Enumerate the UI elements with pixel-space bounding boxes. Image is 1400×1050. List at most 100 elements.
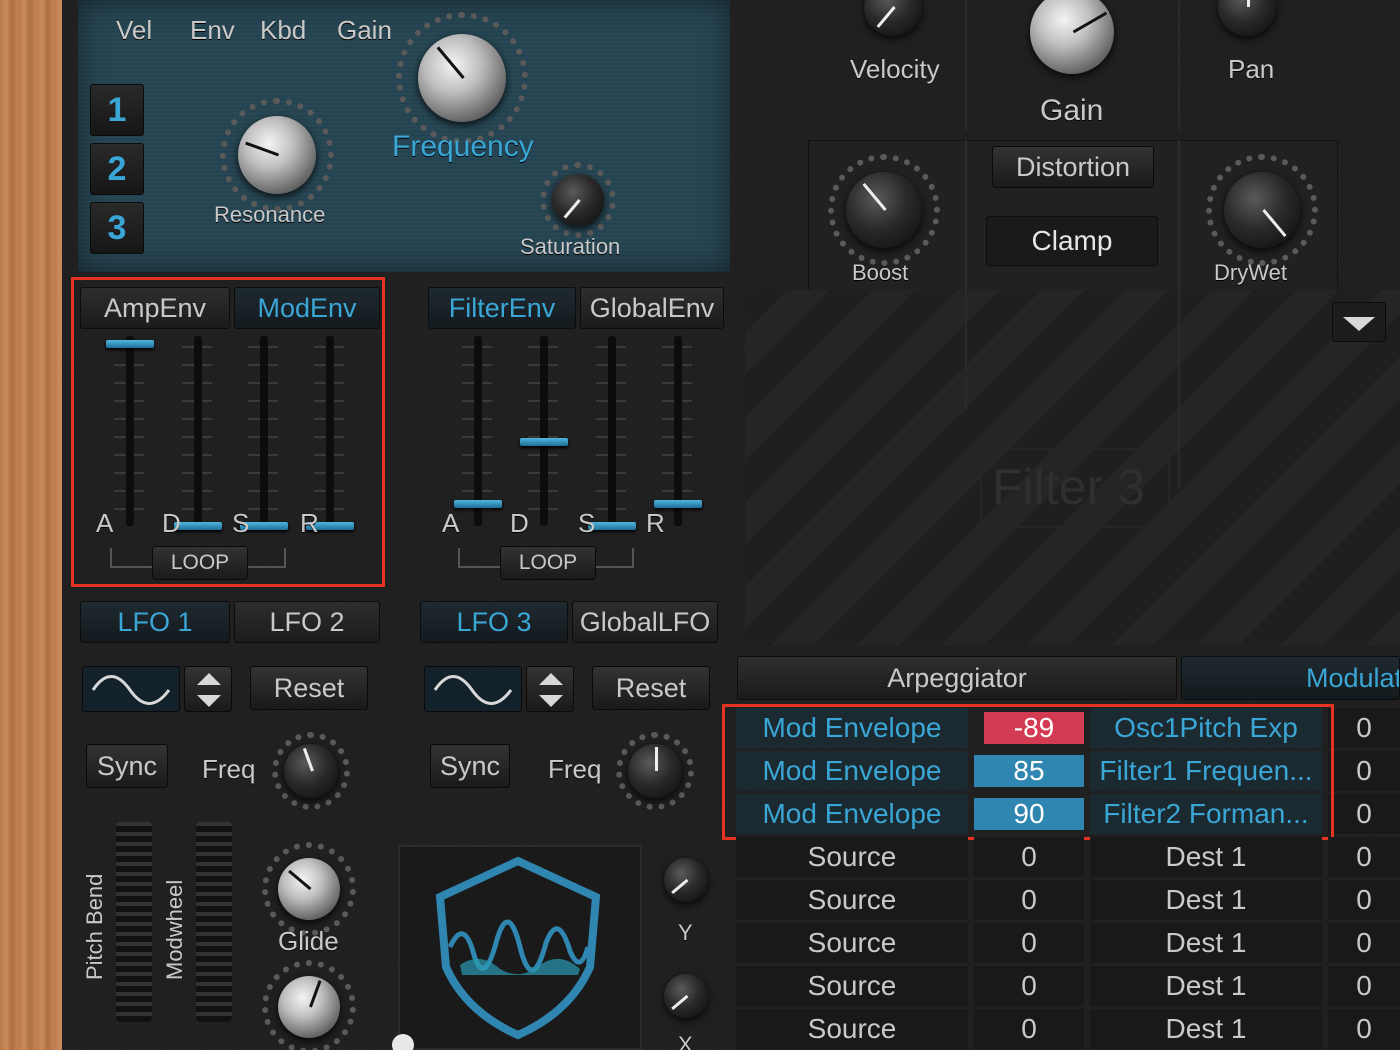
mod-row-4-amount[interactable]: 0 — [974, 837, 1084, 877]
mod-row-5-source[interactable]: Source — [736, 880, 968, 920]
mod-row-8-amount[interactable]: 0 — [974, 1009, 1084, 1049]
tab-globalenv[interactable]: GlobalEnv — [580, 287, 724, 329]
lfo-right-waveform-button[interactable] — [424, 666, 522, 712]
resonance-label: Resonance — [214, 202, 326, 227]
chevron-down-icon — [1343, 317, 1375, 331]
amp-divider-2 — [1178, 0, 1180, 130]
mod-row-3-extra[interactable]: 0 — [1328, 794, 1400, 834]
drywet-label: DryWet — [1214, 260, 1287, 285]
boost-knob[interactable] — [846, 172, 922, 248]
mod-row-7-dest[interactable]: Dest 1 — [1090, 966, 1322, 1006]
mod-row-4-extra[interactable]: 0 — [1328, 837, 1400, 877]
lfo-left-sync-button[interactable]: Sync — [86, 744, 168, 788]
amp-divider-1 — [965, 0, 967, 130]
sine-wave-icon — [433, 675, 513, 705]
up-down-arrows-icon — [197, 673, 221, 707]
gain-label: Gain — [1040, 94, 1104, 127]
lfo-left-waveform-button[interactable] — [82, 666, 180, 712]
filterenv-attack-slider[interactable] — [454, 500, 502, 508]
saturation-label: Saturation — [520, 234, 621, 259]
frequency-label: Frequency — [392, 130, 534, 163]
lfo-right-freq-knob[interactable] — [628, 744, 682, 798]
filterenv-s-label: S — [578, 508, 596, 538]
mod-row-6-dest[interactable]: Dest 1 — [1090, 923, 1322, 963]
drywet-knob[interactable] — [1224, 172, 1300, 248]
filterenv-release-track — [674, 336, 682, 526]
glide-label: Glide — [278, 926, 339, 956]
up-down-arrows-icon — [539, 673, 563, 707]
lfo-left-freq-knob[interactable] — [284, 744, 338, 798]
filterenv-release-slider[interactable] — [654, 500, 702, 508]
filterenv-r-label: R — [646, 508, 665, 538]
lfo-right-sync-button[interactable]: Sync — [430, 744, 510, 788]
frequency-knob[interactable] — [418, 34, 506, 122]
mod-row-1-extra[interactable]: 0 — [1328, 708, 1400, 748]
mod-row-8-dest[interactable]: Dest 1 — [1090, 1009, 1322, 1049]
filterenv-sustain-track — [608, 336, 616, 526]
mod-row-5-amount[interactable]: 0 — [974, 880, 1084, 920]
distortion-title: Distortion — [992, 146, 1154, 188]
tab-arpeggiator[interactable]: Arpeggiator — [737, 656, 1177, 700]
tab-lfo2[interactable]: LFO 2 — [234, 601, 380, 643]
filter3-label: Filter 3 — [992, 459, 1145, 515]
distortion-mode-select[interactable]: Clamp — [986, 216, 1158, 266]
wood-side-panel — [0, 0, 62, 1050]
mod-row-6-extra[interactable]: 0 — [1328, 923, 1400, 963]
tab-globallfo[interactable]: GlobalLFO — [572, 601, 718, 643]
mod-row-4-dest[interactable]: Dest 1 — [1090, 837, 1322, 877]
tab-lfo3[interactable]: LFO 3 — [420, 601, 568, 643]
lfo-right-reset-button[interactable]: Reset — [592, 666, 710, 710]
shield-wave-logo-icon — [435, 856, 601, 1040]
mod-row-7-amount[interactable]: 0 — [974, 966, 1084, 1006]
panel-dropdown-button[interactable] — [1332, 302, 1386, 342]
mod-row-7-extra[interactable]: 0 — [1328, 966, 1400, 1006]
boost-label: Boost — [852, 260, 909, 285]
pitch-bend-wheel[interactable] — [116, 822, 152, 1022]
sine-wave-icon — [91, 675, 171, 705]
filterenv-decay-slider[interactable] — [520, 438, 568, 446]
lfo-right-waveform-stepper[interactable] — [526, 666, 574, 712]
modwheel[interactable] — [196, 822, 232, 1022]
filter-select-button-1[interactable]: 1 — [90, 84, 144, 136]
pan-label: Pan — [1228, 54, 1275, 84]
glide-knob[interactable] — [278, 858, 340, 920]
mod-row-2-extra[interactable]: 0 — [1328, 751, 1400, 791]
filter-mod-gain[interactable]: Gain — [337, 15, 392, 46]
tab-modulation[interactable]: Modulat — [1181, 656, 1400, 700]
mod-row-8-source[interactable]: Source — [736, 1009, 968, 1049]
distortion-divider-1 — [965, 140, 967, 292]
filter-mod-env[interactable]: Env — [190, 15, 235, 46]
xy-pad-cursor[interactable] — [392, 1034, 414, 1050]
y-knob[interactable] — [664, 858, 708, 902]
filter3-line-1 — [965, 290, 967, 410]
xy-pad[interactable] — [398, 845, 642, 1050]
mod-row-5-dest[interactable]: Dest 1 — [1090, 880, 1322, 920]
mod-row-5-extra[interactable]: 0 — [1328, 880, 1400, 920]
tab-filterenv[interactable]: FilterEnv — [428, 287, 576, 329]
filter-select-button-2[interactable]: 2 — [90, 143, 144, 195]
mod-row-7-source[interactable]: Source — [736, 966, 968, 1006]
envelope-highlight-box — [71, 277, 385, 587]
mod-row-8-extra[interactable]: 0 — [1328, 1009, 1400, 1049]
filterenv-a-label: A — [442, 508, 460, 538]
lfo-left-reset-button[interactable]: Reset — [250, 666, 368, 710]
filterenv-attack-track — [474, 336, 482, 526]
saturation-knob[interactable] — [552, 174, 604, 226]
filter-mod-vel[interactable]: Vel — [116, 15, 152, 46]
distortion-divider-2 — [1178, 140, 1180, 292]
filter-select-button-3[interactable]: 3 — [90, 202, 144, 254]
filter3-line-2 — [1178, 290, 1180, 490]
filter-mod-kbd[interactable]: Kbd — [260, 15, 306, 46]
mod-row-6-source[interactable]: Source — [736, 923, 968, 963]
lfo-right-freq-label: Freq — [548, 754, 602, 784]
filterenv-loop-button[interactable]: LOOP — [500, 546, 596, 580]
lfo-left-waveform-stepper[interactable] — [184, 666, 232, 712]
resonance-knob[interactable] — [238, 116, 316, 194]
mod-row-6-amount[interactable]: 0 — [974, 923, 1084, 963]
tab-lfo1[interactable]: LFO 1 — [80, 601, 230, 643]
x-knob[interactable] — [664, 974, 708, 1018]
modwheel-label: Modwheel — [162, 879, 187, 980]
glide-second-knob[interactable] — [278, 976, 340, 1038]
y-label: Y — [678, 920, 693, 945]
mod-row-4-source[interactable]: Source — [736, 837, 968, 877]
